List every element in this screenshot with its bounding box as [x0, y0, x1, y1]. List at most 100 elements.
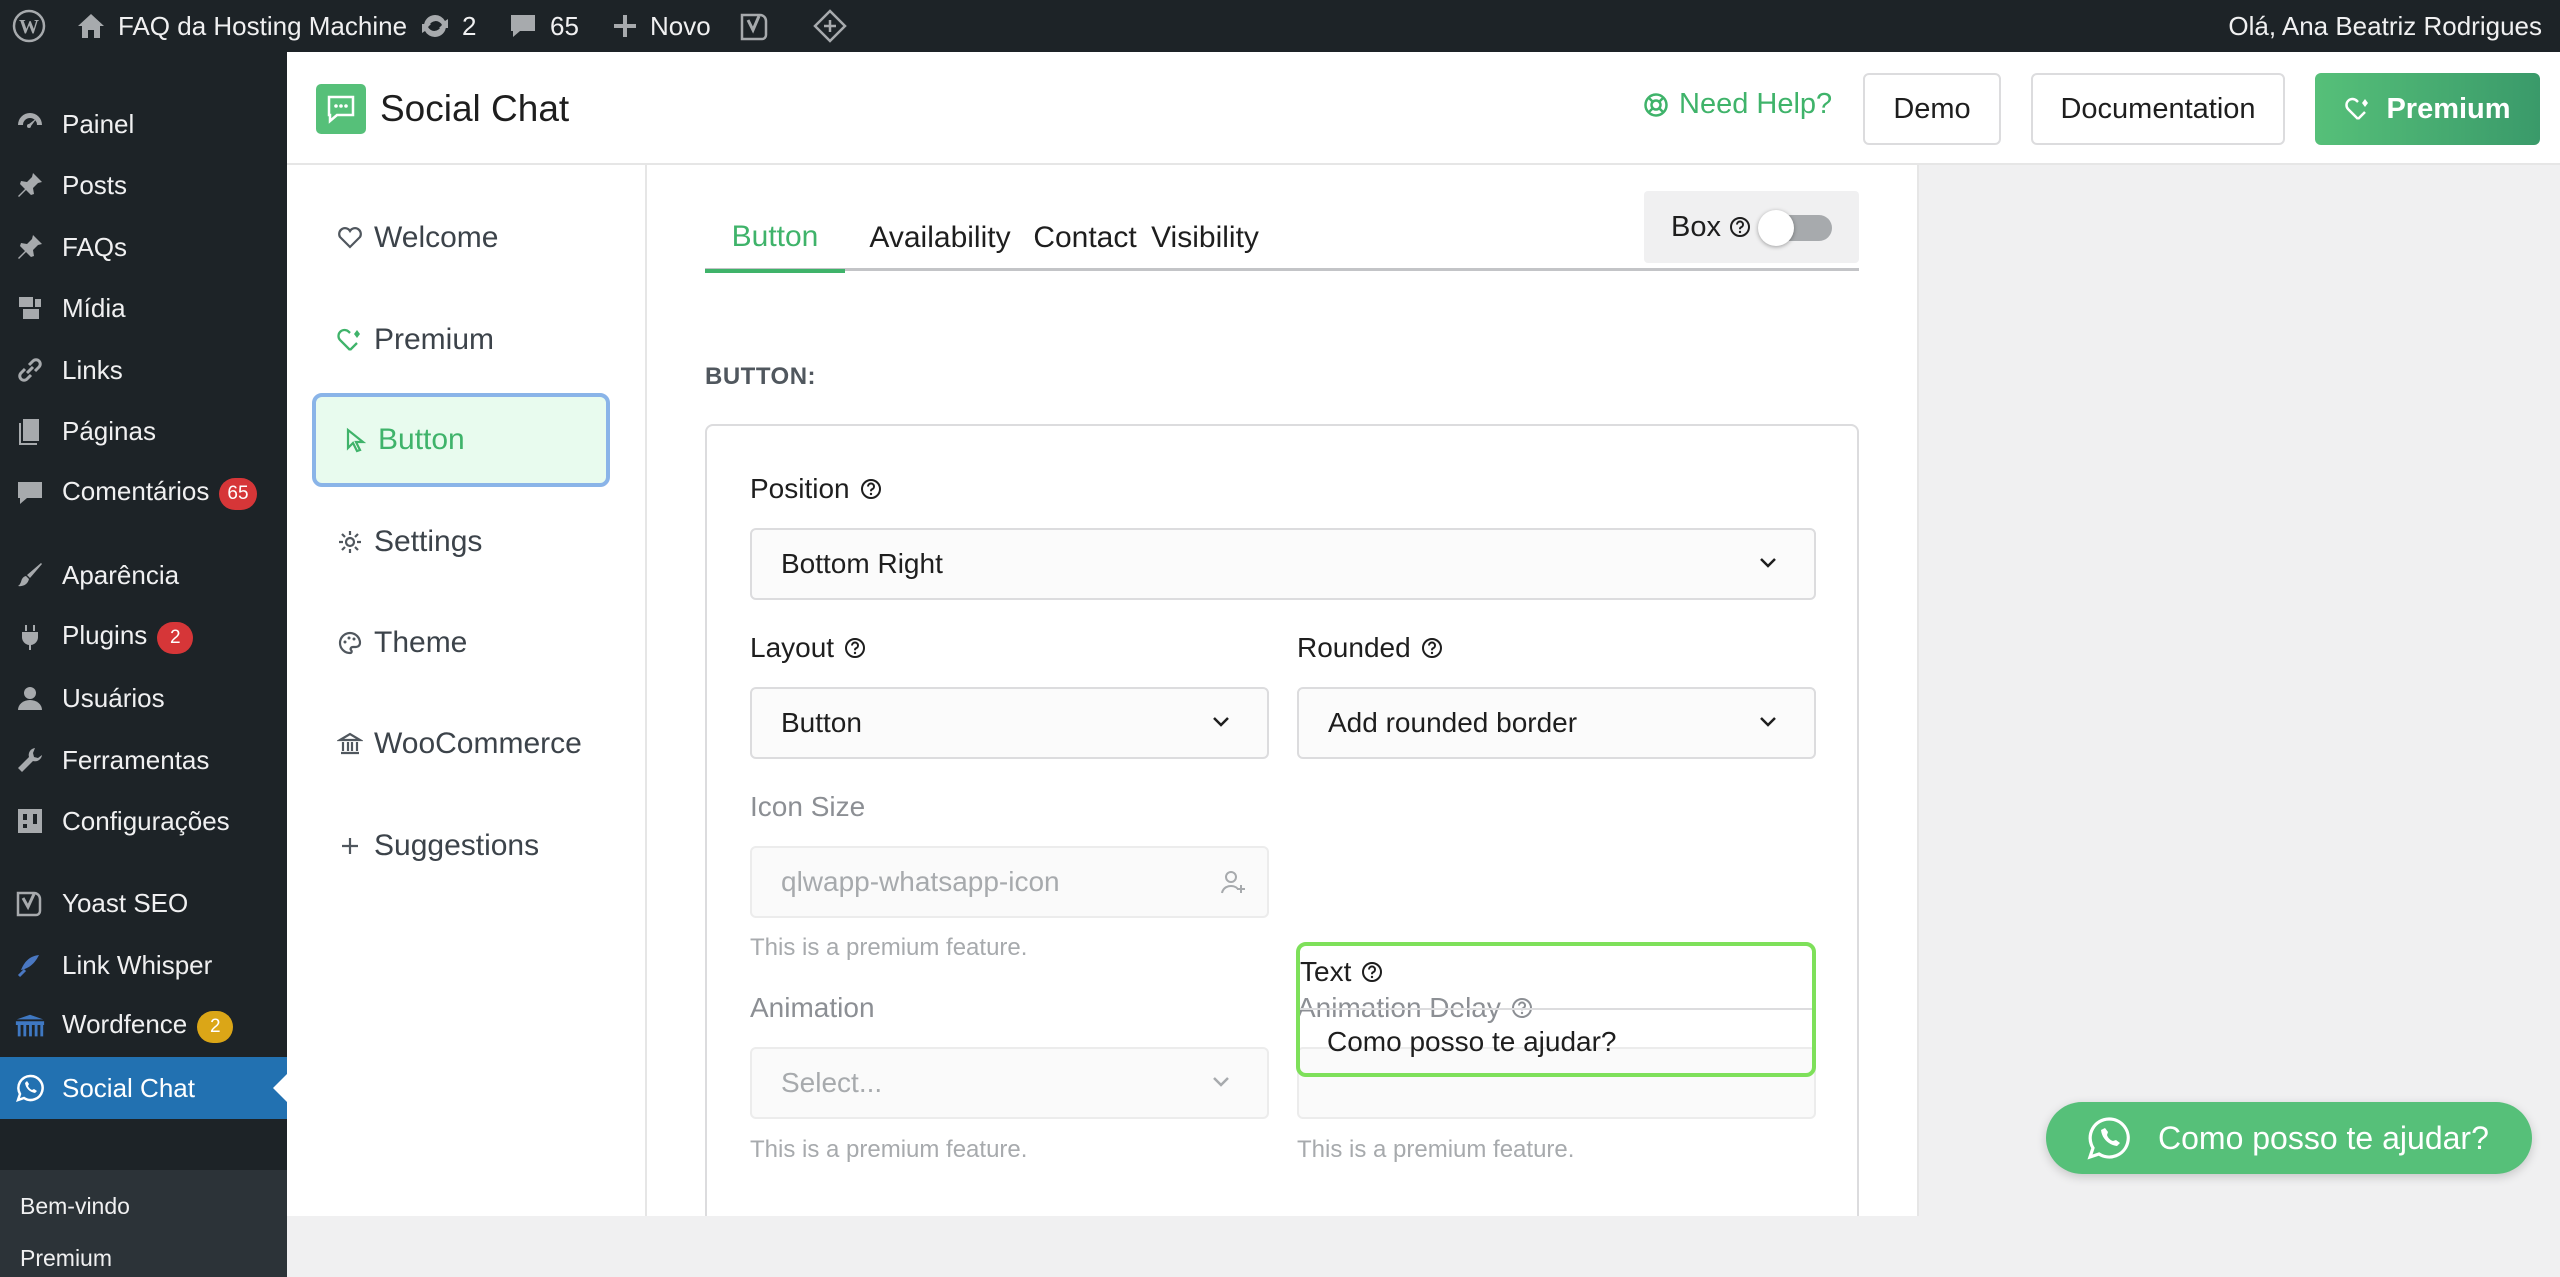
- documentation-button[interactable]: Documentation: [2031, 73, 2285, 145]
- menu-item-ferramentas[interactable]: Ferramentas: [0, 729, 287, 791]
- section-title: BUTTON:: [705, 363, 817, 390]
- plugin-nav: Welcome Premium Button Settings Theme Wo…: [287, 165, 647, 1225]
- new-content-link[interactable]: Novo: [612, 0, 711, 52]
- text-field-highlight: Text Como posso te ajudar?: [1296, 942, 1816, 1077]
- pin-icon: [14, 169, 46, 201]
- admin-bar: W FAQ da Hosting Machine 2 65 Novo Olá, …: [0, 0, 2560, 52]
- comments-link[interactable]: 65: [508, 0, 579, 52]
- tab-button[interactable]: Button: [705, 205, 845, 273]
- admin-menu: Painel Posts FAQs Mídia Links Páginas Co…: [0, 52, 287, 1277]
- plugin-icon: [14, 621, 46, 653]
- menu-item-configuracoes[interactable]: Configurações: [0, 790, 287, 852]
- text-label: Text: [1300, 956, 1383, 988]
- plugin-nav-settings[interactable]: Settings: [312, 495, 610, 589]
- menu-item-posts[interactable]: Posts: [0, 154, 287, 216]
- need-help-link[interactable]: Need Help?: [1643, 88, 1832, 121]
- plugin-nav-theme[interactable]: Theme: [312, 596, 610, 690]
- social-chat-logo-icon: [316, 84, 366, 134]
- plugin-nav-button[interactable]: Button: [312, 393, 610, 487]
- animation-premium-hint: This is a premium feature.: [750, 1136, 1028, 1163]
- current-menu-arrow: [273, 1074, 287, 1102]
- plugin-nav-premium[interactable]: Premium: [312, 293, 610, 387]
- yoast-icon: [14, 887, 46, 919]
- menu-item-aparencia[interactable]: Aparência: [0, 544, 287, 606]
- chevron-down-icon: [1211, 715, 1231, 729]
- comments-count-badge: 65: [219, 477, 257, 510]
- layout-select[interactable]: Button: [750, 687, 1269, 759]
- comment-icon: [14, 477, 46, 509]
- button-settings-panel: Position Bottom Right Layout Button Roun…: [705, 424, 1859, 1224]
- gear-icon: [334, 526, 366, 558]
- plugin-title: Social Chat: [380, 88, 570, 129]
- menu-item-yoast-seo[interactable]: Yoast SEO: [0, 872, 287, 934]
- demo-button[interactable]: Demo: [1863, 73, 2001, 145]
- box-toggle[interactable]: Box: [1644, 191, 1859, 263]
- rounded-label: Rounded: [1297, 632, 1443, 664]
- plugins-count-badge: 2: [157, 621, 194, 654]
- help-circle-icon[interactable]: [1421, 637, 1443, 659]
- text-input[interactable]: Como posso te ajudar?: [1300, 1008, 1812, 1074]
- icon-size-input[interactable]: qlwapp-whatsapp-icon: [750, 846, 1269, 918]
- brush-icon: [14, 559, 46, 591]
- tab-availability[interactable]: Availability: [845, 205, 1035, 271]
- user-greeting[interactable]: Olá, Ana Beatriz Rodrigues: [2228, 0, 2542, 52]
- wordfence-icon: [14, 1010, 46, 1042]
- box-switch[interactable]: [1758, 210, 1832, 246]
- chat-preview-button[interactable]: Como posso te ajudar?: [2046, 1102, 2532, 1174]
- position-select[interactable]: Bottom Right: [750, 528, 1816, 600]
- menu-item-plugins[interactable]: Plugins 2: [0, 606, 287, 668]
- position-label: Position: [750, 473, 882, 505]
- chevron-down-icon: [1758, 556, 1778, 570]
- whisper-icon: [14, 949, 46, 981]
- animation-delay-premium-hint: This is a premium feature.: [1297, 1136, 1575, 1163]
- bottom-scroll-edge: [287, 1216, 2560, 1225]
- help-circle-icon[interactable]: [844, 637, 866, 659]
- wordpress-logo-icon[interactable]: W: [12, 0, 46, 52]
- menu-item-faqs[interactable]: FAQs: [0, 216, 287, 278]
- help-circle-icon[interactable]: [1361, 961, 1383, 983]
- menu-item-social-chat[interactable]: Social Chat: [0, 1057, 287, 1119]
- tab-visibility[interactable]: Visibility: [1135, 205, 1275, 271]
- wordfence-count-badge: 2: [197, 1010, 234, 1043]
- layout-label: Layout: [750, 632, 866, 664]
- plus-icon: [334, 830, 366, 862]
- submenu-item-premium[interactable]: Premium: [20, 1245, 112, 1272]
- plugin-nav-suggestions[interactable]: Suggestions: [312, 799, 610, 893]
- rounded-select[interactable]: Add rounded border: [1297, 687, 1816, 759]
- menu-item-comentarios[interactable]: Comentários 65: [0, 462, 287, 524]
- cursor-icon: [338, 424, 370, 456]
- animation-select[interactable]: Select...: [750, 1047, 1269, 1119]
- menu-item-links[interactable]: Links: [0, 339, 287, 401]
- wrench-icon: [14, 744, 46, 776]
- yoast-icon[interactable]: [738, 0, 772, 52]
- menu-item-paginas[interactable]: Páginas: [0, 400, 287, 462]
- link-icon: [14, 354, 46, 386]
- plus-icon: [612, 13, 638, 39]
- diamond-heart-icon: [334, 324, 366, 356]
- plugin-nav-welcome[interactable]: Welcome: [312, 191, 610, 285]
- submenu-item-bem-vindo[interactable]: Bem-vindo: [20, 1193, 130, 1220]
- menu-item-painel[interactable]: Painel: [0, 93, 287, 155]
- help-circle-icon[interactable]: [860, 478, 882, 500]
- icon-size-label: Icon Size: [750, 791, 866, 822]
- chevron-down-icon: [1211, 1075, 1231, 1089]
- menu-item-wordfence[interactable]: Wordfence 2: [0, 995, 287, 1057]
- pin-icon: [14, 231, 46, 263]
- updates-link[interactable]: 2: [420, 0, 476, 52]
- media-icon: [14, 292, 46, 324]
- user-icon: [14, 682, 46, 714]
- plugin-nav-woocommerce[interactable]: WooCommerce: [312, 697, 610, 791]
- home-icon: [76, 12, 106, 40]
- bank-icon: [334, 728, 366, 760]
- menu-item-midia[interactable]: Mídia: [0, 277, 287, 339]
- whatsapp-icon: [2086, 1115, 2132, 1161]
- premium-button[interactable]: Premium: [2315, 73, 2540, 145]
- menu-item-link-whisper[interactable]: Link Whisper: [0, 934, 287, 996]
- tab-contact[interactable]: Contact: [1033, 205, 1136, 271]
- menu-item-usuarios[interactable]: Usuários: [0, 667, 287, 729]
- heart-icon: [334, 222, 366, 254]
- diamond-plugin-icon[interactable]: [812, 0, 848, 52]
- dashboard-icon: [14, 108, 46, 140]
- social-chat-submenu: Bem-vindo Premium: [0, 1170, 287, 1277]
- site-name-link[interactable]: FAQ da Hosting Machine: [76, 0, 407, 52]
